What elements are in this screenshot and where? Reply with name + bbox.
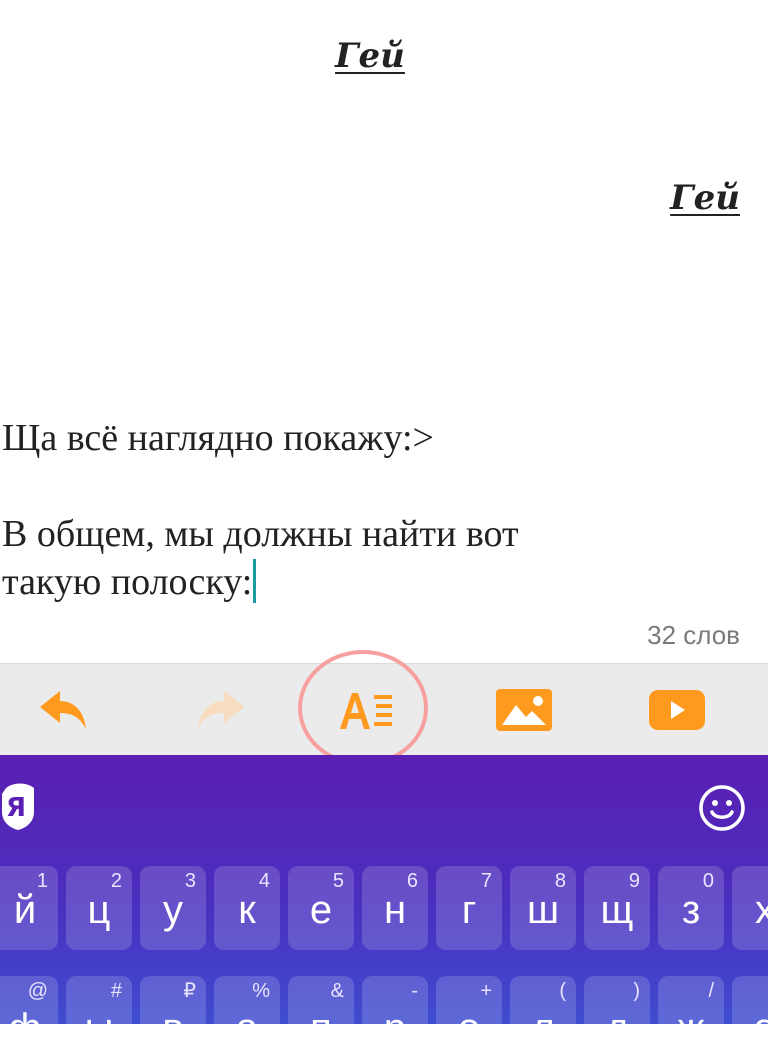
key-row1-7[interactable]: 8ш (510, 866, 576, 950)
key-main-label: п (310, 1006, 332, 1050)
key-row1-0[interactable]: 1й (0, 866, 58, 950)
key-main-label: о (457, 1006, 481, 1050)
key-alt-label: 2 (110, 870, 122, 892)
image-icon (496, 689, 552, 731)
key-main-label: у (163, 888, 183, 932)
key-alt-label: @ (27, 980, 48, 1002)
paragraph-1: Ща всё наглядно покажу:> (2, 417, 434, 459)
insert-image-button[interactable] (480, 664, 568, 756)
key-main-label: ж (677, 1006, 705, 1050)
undo-button[interactable] (22, 664, 106, 756)
key-main-label: г (461, 888, 477, 932)
paragraph-2-line-2: такую полоску: (2, 558, 519, 606)
yandex-logo-icon: Я (2, 783, 34, 830)
key-row2-9[interactable]: / ж (658, 976, 724, 1060)
key-row1-9[interactable]: 0з (658, 866, 724, 950)
key-main-label: э (754, 1006, 768, 1050)
smiley-icon (699, 785, 745, 831)
youtube-play-icon (649, 690, 705, 730)
key-main-label: з (681, 888, 701, 932)
key-row2-8[interactable]: ) д (584, 976, 650, 1060)
key-row2-6[interactable]: + о (436, 976, 502, 1060)
editor-area[interactable]: Гей Гей Ща всё наглядно покажу:> В общем… (0, 0, 768, 663)
undo-arrow-icon (40, 691, 86, 729)
paragraph-2: В общем, мы должны найти вот такую полос… (2, 510, 519, 606)
key-row1-1[interactable]: 2ц (66, 866, 132, 950)
key-main-label: е (309, 888, 333, 932)
key-alt-label: ₽ (183, 980, 196, 1002)
key-row1-8[interactable]: 9щ (584, 866, 650, 950)
keyboard-logo-text: Я (6, 793, 26, 823)
key-alt-label: ( (559, 980, 566, 1002)
redo-button[interactable] (178, 664, 262, 756)
key-row1-3[interactable]: 4к (214, 866, 280, 950)
key-row2-1[interactable]: # ы (66, 976, 132, 1060)
key-main-label: р (383, 1006, 407, 1050)
key-row2-5[interactable]: -р (362, 976, 428, 1060)
paragraph-2-line-1: В общем, мы должны найти вот (2, 513, 519, 555)
insert-video-button[interactable] (632, 664, 722, 756)
word-count: 32 слов (647, 620, 740, 650)
key-alt-label: - (411, 980, 418, 1002)
emoji-button[interactable] (698, 784, 746, 832)
key-alt-label: & (330, 980, 344, 1002)
key-row1-5[interactable]: 6н (362, 866, 428, 950)
key-row1-10[interactable]: х (732, 866, 768, 950)
key-main-label: ы (84, 1006, 114, 1050)
key-alt-label: 5 (332, 870, 344, 892)
key-row2-10[interactable]: э (732, 976, 768, 1060)
key-row1-6[interactable]: 7г (436, 866, 502, 950)
key-main-label: щ (600, 888, 634, 932)
key-row2-7[interactable]: (л (510, 976, 576, 1060)
formatting-toolbar (0, 663, 768, 756)
key-alt-label: 4 (258, 870, 270, 892)
key-main-label: ш (526, 888, 560, 932)
key-main-label: х (755, 888, 768, 932)
key-row2-2[interactable]: ₽ в (140, 976, 206, 1060)
key-alt-label: 3 (184, 870, 196, 892)
key-alt-label: ) (633, 980, 640, 1002)
key-row2-3[interactable]: % а (214, 976, 280, 1060)
key-alt-label: + (480, 980, 492, 1002)
key-alt-label: 1 (36, 870, 48, 892)
redo-arrow-icon (198, 691, 244, 729)
key-row2-4[interactable]: & п (288, 976, 354, 1060)
key-row1-4[interactable]: 5е (288, 866, 354, 950)
key-main-label: й (13, 888, 37, 932)
key-alt-label: / (708, 980, 714, 1002)
heading-right-aligned: Гей (670, 178, 740, 218)
key-alt-label: # (110, 980, 122, 1002)
key-alt-label: 6 (406, 870, 418, 892)
key-main-label: а (235, 1006, 259, 1050)
key-alt-label: 7 (480, 870, 492, 892)
key-alt-label: % (252, 980, 270, 1002)
text-cursor (253, 559, 257, 603)
key-row1-2[interactable]: 3у (140, 866, 206, 950)
key-main-label: ц (87, 888, 111, 932)
key-row2-0[interactable]: @ ф (0, 976, 58, 1060)
key-alt-label: 0 (702, 870, 714, 892)
key-main-label: д (605, 1006, 629, 1050)
key-main-label: л (531, 1006, 555, 1050)
text-format-icon (340, 693, 392, 729)
keyboard-logo-button[interactable]: Я (0, 782, 38, 834)
heading-centered: Гей (335, 36, 405, 76)
key-main-label: ф (8, 1006, 42, 1050)
text-format-button[interactable] (300, 664, 432, 756)
key-main-label: к (238, 888, 256, 932)
key-main-label: н (383, 888, 407, 932)
key-main-label: в (162, 1006, 184, 1050)
paragraph-2-line-2-text: такую полоску: (2, 561, 253, 603)
